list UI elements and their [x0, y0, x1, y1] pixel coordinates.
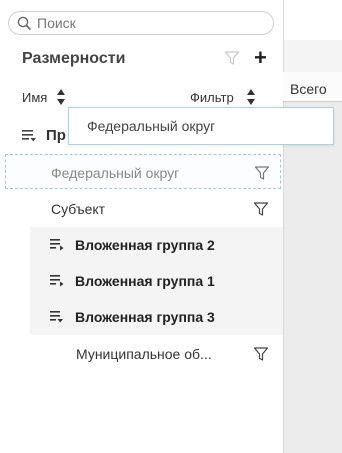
drag-tooltip: Федеральный округ	[68, 107, 334, 145]
dimensions-title: Размерности	[22, 50, 126, 67]
group-collapsed-icon[interactable]	[50, 238, 66, 252]
filter-icon[interactable]	[254, 165, 270, 181]
dimension-item[interactable]: Субъект	[0, 191, 283, 227]
dimension-item-label: Субъект	[51, 201, 106, 217]
filter-icon[interactable]	[253, 201, 269, 217]
table-toolbar	[284, 0, 342, 41]
dimension-item-label: Муниципальное об...	[76, 346, 212, 362]
drag-tooltip-label: Федеральный округ	[87, 118, 216, 134]
group-collapsed-icon[interactable]	[50, 274, 66, 288]
search-input[interactable]	[37, 14, 265, 32]
table-header-band	[284, 40, 342, 73]
search-box[interactable]	[8, 11, 274, 35]
search-icon	[17, 16, 31, 30]
nested-group-label: Вложенная группа 2	[75, 237, 215, 253]
drop-placeholder-label: Федеральный округ	[51, 165, 180, 181]
group-label: Пр	[46, 127, 66, 144]
filter-icon[interactable]	[224, 50, 240, 66]
nested-group-label: Вложенная группа 3	[75, 309, 215, 325]
group-expanded-icon[interactable]	[50, 310, 66, 324]
add-dimension-button[interactable]: +	[254, 47, 267, 69]
total-column-label: Всего	[290, 81, 327, 97]
nested-group-label: Вложенная группа 1	[75, 273, 215, 289]
sort-icon[interactable]	[56, 88, 66, 106]
filter-icon[interactable]	[253, 346, 269, 362]
dimensions-panel: Размерности + Имя Фильтр Пр Федеральный …	[0, 0, 334, 453]
total-column-header[interactable]: Всего	[283, 72, 342, 102]
nested-group-row[interactable]: Вложенная группа 1	[30, 263, 283, 299]
table-area	[283, 0, 342, 453]
name-column-header[interactable]: Имя	[22, 90, 47, 105]
group-expand-icon[interactable]	[22, 128, 40, 144]
nested-group-row[interactable]: Вложенная группа 2	[30, 227, 283, 263]
dimension-item[interactable]: Муниципальное об...	[0, 336, 283, 372]
filter-column-header[interactable]: Фильтр	[190, 90, 234, 105]
drop-placeholder-row[interactable]: Федеральный округ	[5, 154, 281, 189]
nested-group-row[interactable]: Вложенная группа 3	[30, 299, 283, 335]
sort-icon[interactable]	[246, 88, 256, 106]
